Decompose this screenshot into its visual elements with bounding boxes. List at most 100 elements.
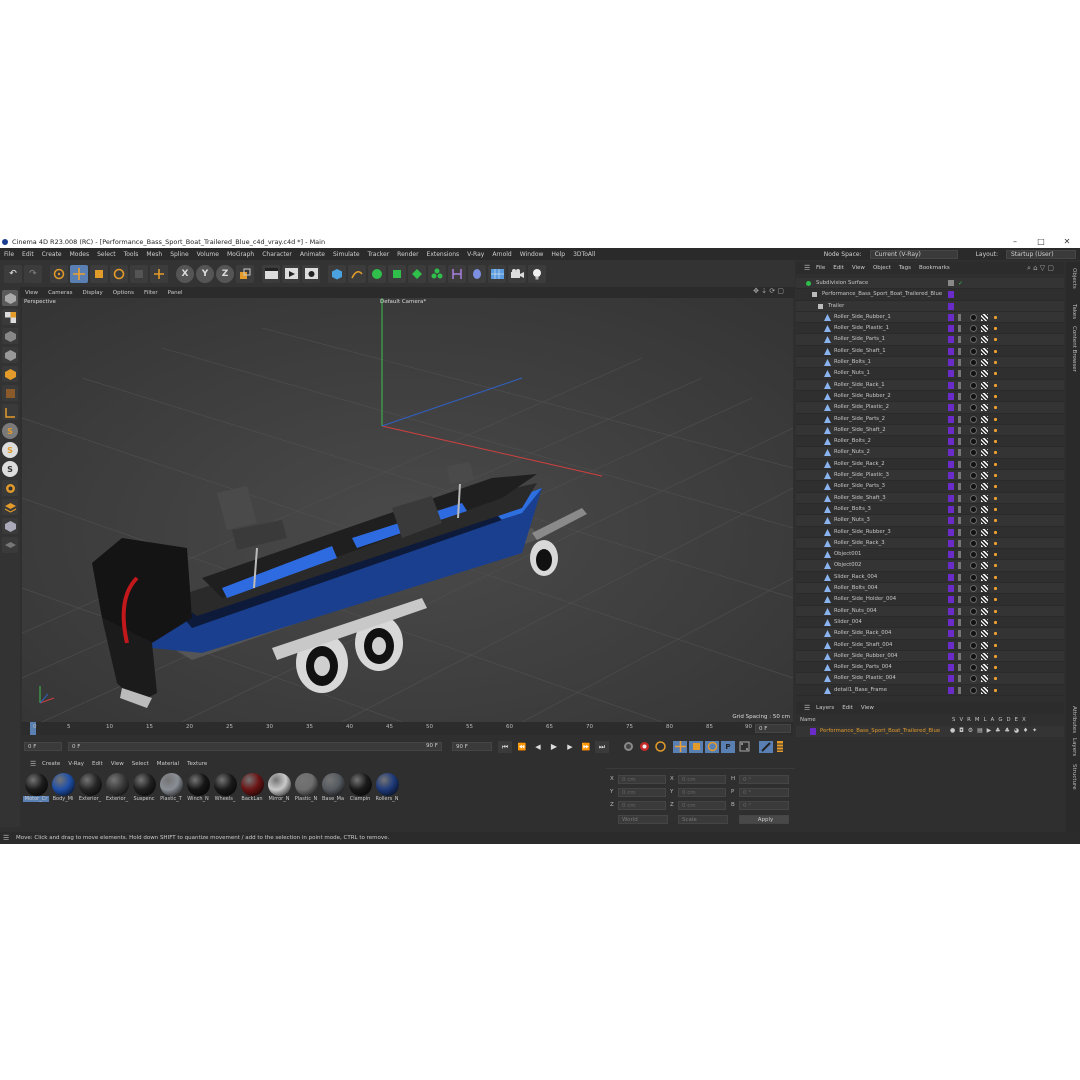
recent-tools-icon[interactable] [130,264,148,283]
material-swatch[interactable]: Motor_Cr [23,773,50,802]
object-row[interactable]: Roller_Side_Rack_004 [796,628,1064,640]
phong-tag-icon[interactable] [992,347,999,355]
phong-tag-icon[interactable] [992,438,999,446]
material-menu-select[interactable]: Select [128,761,153,767]
next-frame-icon[interactable]: ▶ [563,741,577,753]
phong-tag-icon[interactable] [992,359,999,367]
visibility-dots[interactable] [958,313,961,321]
y-axis-lock-button[interactable]: Y [196,264,214,283]
material-tag-icon[interactable] [970,664,977,672]
node-space-dropdown[interactable]: Current (V-Ray) [869,249,958,259]
object-row[interactable]: Roller_Side_Parts_1 [796,334,1064,346]
visibility-dots[interactable] [958,641,961,649]
position-key-icon[interactable] [673,741,687,753]
material-swatch[interactable]: Plastic_N [293,773,320,802]
material-menu-vray[interactable]: V-Ray [64,761,88,767]
material-tag-icon[interactable] [970,313,977,321]
uvw-tag-icon[interactable] [981,449,988,457]
phong-tag-icon[interactable] [992,336,999,344]
layer-color-swatch[interactable] [948,472,954,480]
scale-key-icon[interactable] [689,741,703,753]
layer-menu-view[interactable]: View [857,705,878,711]
layer-color-swatch[interactable] [948,517,954,525]
object-row[interactable]: Slider_Rack_004 [796,572,1064,584]
material-swatch[interactable]: Wheels_ [212,773,239,802]
redo-button[interactable]: ↷ [24,264,42,283]
previous-frame-icon[interactable]: ◀ [531,741,545,753]
add-tool-icon[interactable] [150,264,168,283]
object-row[interactable]: Roller_Side_Rubber_1 [796,311,1064,324]
visibility-dots[interactable] [958,607,961,615]
soft-selection-icon[interactable] [2,480,18,496]
phong-tag-icon[interactable] [992,415,999,423]
layer-color-swatch[interactable] [948,494,954,502]
material-swatch[interactable]: Exterior_ [77,773,104,802]
object-row[interactable]: Slider_004 [796,617,1064,629]
coordinate-mode-dropdown[interactable]: World [618,815,668,824]
material-swatch[interactable]: BackLan [239,773,266,802]
render-to-picture-viewer-icon[interactable] [282,264,300,283]
polygons-mode-icon[interactable] [2,366,18,382]
material-swatch[interactable]: Base_Ma [320,773,347,802]
menu-arnold[interactable]: Arnold [488,251,515,258]
scale-tool-icon[interactable] [90,264,108,283]
menu-vray[interactable]: V-Ray [463,251,488,258]
cube-primitive-icon[interactable] [328,264,346,283]
material-tag-icon[interactable] [970,551,977,559]
phong-tag-icon[interactable] [992,596,999,604]
object-menu-bookmarks[interactable]: Bookmarks [915,265,954,271]
visibility-dots[interactable] [958,325,961,333]
visibility-dots[interactable] [958,573,961,581]
size-mode-dropdown[interactable]: Scale [678,815,728,824]
layer-menu-edit[interactable]: Edit [838,705,857,711]
uvw-tag-icon[interactable] [981,325,988,333]
parameter-key-icon[interactable]: P [721,741,735,753]
object-row[interactable]: Roller_Nuts_3 [796,515,1064,527]
layer-color-swatch[interactable] [948,652,954,660]
material-tag-icon[interactable] [970,359,977,367]
layer-color-swatch[interactable] [948,539,954,547]
visibility-dots[interactable] [958,596,961,604]
visibility-dots[interactable] [958,404,961,412]
uvw-tag-icon[interactable] [981,607,988,615]
object-row[interactable]: Roller_Nuts_1 [796,368,1064,380]
render-settings-icon[interactable] [302,264,320,283]
material-tag-icon[interactable] [970,630,977,638]
object-row[interactable]: Roller_Bolts_2 [796,436,1064,448]
material-tag-icon[interactable] [970,652,977,660]
object-menu-tags[interactable]: Tags [895,265,915,271]
visibility-dots[interactable] [958,585,961,593]
material-tag-icon[interactable] [970,675,977,683]
uvw-tag-icon[interactable] [981,630,988,638]
uvw-tag-icon[interactable] [981,313,988,321]
menu-tracker[interactable]: Tracker [364,251,394,258]
material-tag-icon[interactable] [970,585,977,593]
start-frame-field[interactable]: 0 F [24,742,62,751]
material-tag-icon[interactable] [970,573,977,581]
layer-color-swatch[interactable] [948,426,954,434]
layer-color-swatch[interactable] [948,302,954,310]
layer-color-swatch[interactable] [948,664,954,672]
object-row[interactable]: Roller_Side_Plastic_2 [796,402,1064,414]
uvw-tag-icon[interactable] [981,562,988,570]
tab-layers[interactable]: Layers [1071,738,1077,756]
tab-content-browser[interactable]: Content Browser [1071,326,1077,372]
close-button[interactable]: ✕ [1054,236,1080,248]
uvw-tag-icon[interactable] [981,528,988,536]
coordinate-system-icon[interactable] [236,264,254,283]
phong-tag-icon[interactable] [992,460,999,468]
object-menu-file[interactable]: File [812,265,829,271]
rot-p-field[interactable]: 0 ° [739,788,789,797]
material-tag-icon[interactable] [970,539,977,547]
object-row[interactable]: Roller_Bolts_1 [796,357,1064,369]
object-row-subgroup[interactable]: Trailer [796,300,1064,312]
phong-tag-icon[interactable] [992,494,999,502]
uvw-tag-icon[interactable] [981,539,988,547]
move-tool-icon[interactable] [70,264,88,283]
material-tag-icon[interactable] [970,505,977,513]
viewport-menu-display[interactable]: Display [78,290,108,296]
menu-mesh[interactable]: Mesh [142,251,166,258]
layer-color-swatch[interactable] [948,505,954,513]
object-row-group[interactable]: Performance_Bass_Sport_Boat_Trailered_Bl… [796,289,1064,301]
object-row[interactable]: Roller_Side_Parts_2 [796,414,1064,425]
